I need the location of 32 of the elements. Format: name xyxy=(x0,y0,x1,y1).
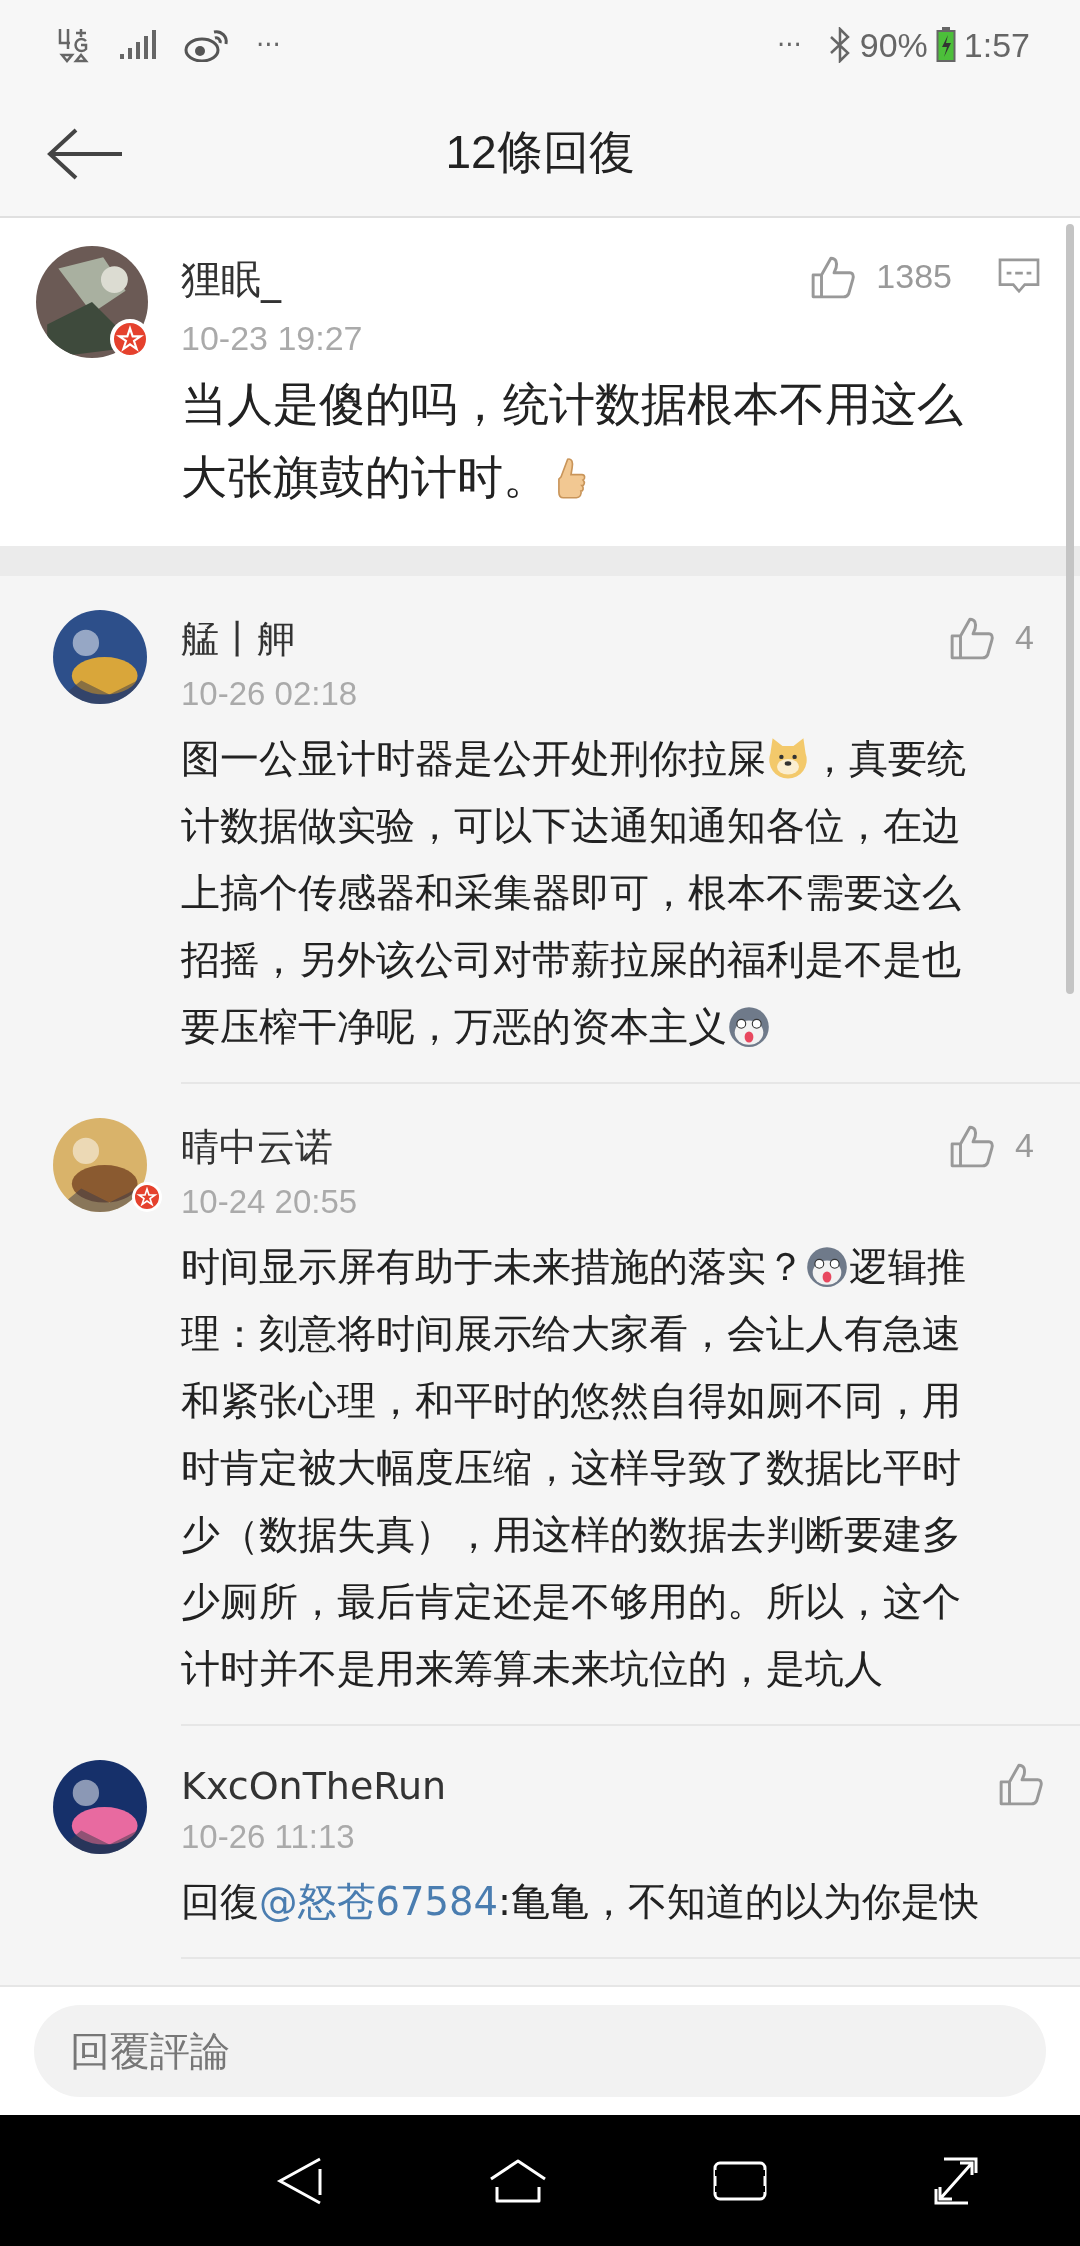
author-name[interactable]: KxcOnTheRun xyxy=(181,1764,447,1808)
comment-icon[interactable] xyxy=(998,257,1040,296)
comment-text: 图一公显计时器是公开处刑你拉屎 ，真要统计数据做实验，可以下达通知通知各位，在边上搞个传感器和采集器即可，根本不需要这么招摇，另外该公司对带薪拉屎的福利是不是也要压榨干净呢，万恶的资本主义 xyxy=(181,735,967,1051)
scrollbar[interactable] xyxy=(1066,224,1074,994)
like-icon[interactable] xyxy=(998,1761,1044,1807)
comment-time: 10-24 20:55 xyxy=(181,1183,358,1221)
author-name[interactable]: 艋丨舺 xyxy=(181,614,295,665)
signal-icon xyxy=(118,30,158,60)
battery-icon xyxy=(935,27,956,63)
comment-text: 当人是傻的吗，统计数据根本不用这么大张旗鼓的计时。 xyxy=(181,376,964,506)
husky-emoji-icon xyxy=(805,1244,849,1288)
dog-emoji-icon xyxy=(766,736,810,780)
mention-link[interactable]: @怒苍67584 xyxy=(259,1879,498,1924)
like-count: 1385 xyxy=(876,257,952,296)
comment-time: 10-23 19:27 xyxy=(181,319,363,358)
author-name[interactable]: 狸眠_ xyxy=(181,252,281,307)
comment-time: 10-26 11:13 xyxy=(181,1818,355,1856)
more-dots: ··· xyxy=(776,30,802,60)
like-count: 4 xyxy=(1015,1126,1034,1165)
page-title: 12條回復 xyxy=(445,125,635,180)
clock: 1:57 xyxy=(963,25,1030,65)
husky-emoji-icon xyxy=(727,1004,771,1048)
verified-badge-icon xyxy=(132,1182,162,1212)
reply-input-field[interactable]: 回覆評論 xyxy=(34,2005,1046,2097)
battery-percent: 90% xyxy=(859,25,928,65)
comment-text: 时间显示屏有助于未来措施的落实？ 逻辑推理：刻意将时间展示给大家看，会让人有急速和紧张心理，和平时的悠然自得如厕不同，用时肯定被大幅度压缩，这样导致了数据比平时少（数据失真），用这样的数据去判断要建多少厕所，最后肯定还是不够用的。所以，这个计时并不是用来筹算未来坑位的，是坑人 xyxy=(181,1243,967,1693)
like-count: 4 xyxy=(1015,618,1034,657)
author-name[interactable]: 晴中云诺 xyxy=(181,1122,333,1173)
comment-time: 10-26 02:18 xyxy=(181,675,358,713)
more-dots: ··· xyxy=(256,30,281,60)
comment-text: 回復@怒苍67584:亀亀，不知道的以为你是快 xyxy=(181,1878,980,1926)
eye-logo-icon xyxy=(184,28,230,62)
